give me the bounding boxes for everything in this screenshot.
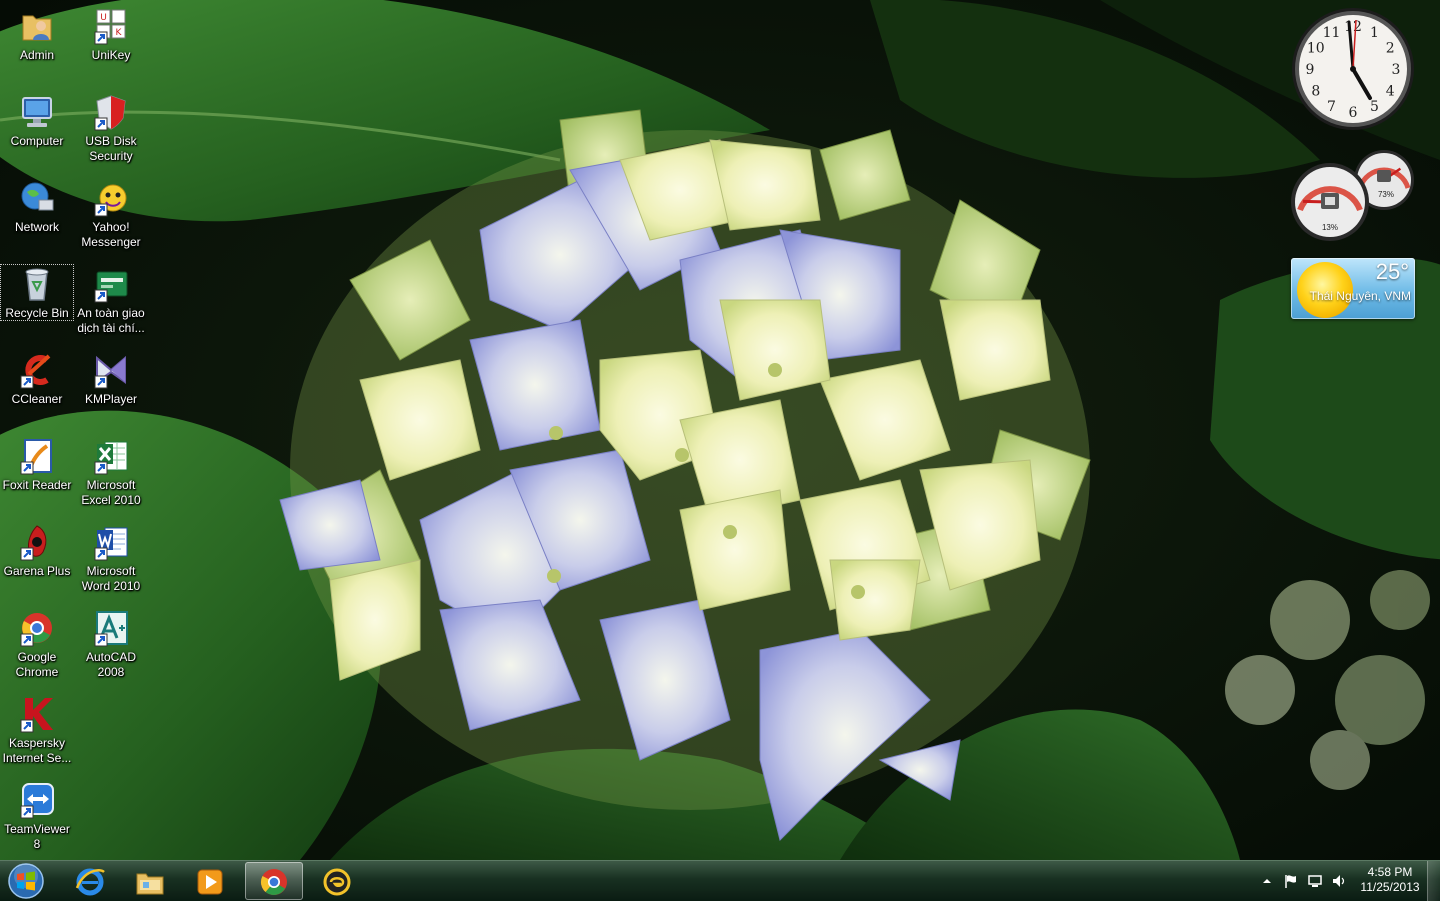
cpu-percent: 13%: [1322, 223, 1338, 232]
microsoft-word-icon: [94, 527, 128, 561]
network-tray-icon[interactable]: [1307, 873, 1323, 889]
desktop-icon-garena-plus[interactable]: Garena Plus: [0, 522, 74, 579]
clock-number: 12: [1344, 19, 1362, 35]
recycle-bin-icon: [25, 268, 49, 301]
desktop-icon-label: USB Disk Security: [85, 134, 137, 163]
user-folder-icon: [22, 15, 52, 41]
microsoft-excel-icon: [94, 441, 128, 475]
desktop-icon-autocad[interactable]: AutoCAD 2008: [74, 608, 148, 680]
desktop-icon-label: Kaspersky Internet Se...: [2, 736, 72, 765]
taskbar-google-chrome[interactable]: [245, 862, 303, 900]
desktop-icon-admin[interactable]: Admin: [0, 6, 74, 63]
kaspersky-icon: [20, 698, 53, 733]
desktop-icon-label: Yahoo! Messenger: [81, 220, 141, 249]
desktop-icon-network[interactable]: Network: [0, 178, 74, 235]
desktop[interactable]: Admin Computer Network Recycle Bin CClea…: [0, 0, 1440, 860]
clock-time: 4:58 PM: [1367, 865, 1413, 879]
desktop-icon-label: An toàn giao dịch tài chí...: [77, 306, 145, 335]
svg-text:U: U: [100, 13, 107, 23]
taskbar-internet-explorer[interactable]: [61, 862, 119, 900]
desktop-icon-label: CCleaner: [11, 392, 63, 406]
safe-banking-icon: [94, 271, 128, 303]
clock-gadget[interactable]: 12 12 3 45678 9 1011: [1290, 6, 1416, 132]
yahoo-messenger-icon: [94, 184, 127, 217]
desktop-icon-google-chrome[interactable]: Google Chrome: [0, 608, 74, 680]
cpu-meter-gadget[interactable]: 73% 13%: [1290, 148, 1416, 242]
clock-number: 4: [1386, 84, 1395, 100]
clock-number: 10: [1307, 41, 1325, 57]
autocad-icon: [94, 611, 128, 647]
desktop-icon-computer[interactable]: Computer: [0, 92, 74, 149]
google-chrome-icon: [20, 613, 52, 647]
wallpaper-hydrangea: [0, 0, 1440, 860]
taskbar-media-player[interactable]: [181, 862, 239, 900]
weather-gadget[interactable]: 25° Thái Nguyên, VNM: [1291, 258, 1415, 319]
clock-number: 3: [1392, 62, 1401, 78]
kmplayer-icon: [94, 355, 126, 389]
clock-date: 11/25/2013: [1360, 880, 1420, 894]
desktop-icon-label: Computer: [10, 134, 64, 148]
clock-number: 7: [1327, 99, 1336, 115]
desktop-icon-kaspersky[interactable]: Kaspersky Internet Se...: [0, 694, 74, 766]
clock-number: 5: [1370, 99, 1379, 115]
desktop-icon-recycle-bin[interactable]: Recycle Bin: [0, 264, 74, 321]
desktop-icon-yahoo-messenger[interactable]: Yahoo! Messenger: [74, 178, 148, 250]
ccleaner-icon: [20, 354, 51, 389]
taskbar-garena[interactable]: [308, 862, 366, 900]
desktop-icon-label: Foxit Reader: [2, 478, 72, 492]
desktop-icon-label: Google Chrome: [15, 650, 59, 679]
memory-percent: 73%: [1378, 190, 1394, 199]
desktop-icon-an-toan-giao-dich[interactable]: An toàn giao dịch tài chí...: [74, 264, 148, 336]
desktop-icon-label: UniKey: [91, 48, 131, 62]
media-player-icon: [197, 869, 223, 895]
volume-icon[interactable]: [1331, 873, 1347, 889]
desktop-icon-label: Network: [14, 220, 59, 234]
action-center-flag-icon[interactable]: [1283, 873, 1299, 889]
usb-disk-security-icon: [94, 95, 126, 131]
desktop-icon-label: Microsoft Word 2010: [81, 564, 141, 593]
desktop-icon-label: Microsoft Excel 2010: [81, 478, 141, 507]
teamviewer-icon: [20, 783, 54, 819]
desktop-icon-unikey[interactable]: U K UniKey: [74, 6, 148, 63]
network-globe-icon: [21, 182, 54, 211]
clock-number: 8: [1311, 84, 1320, 100]
show-hidden-icons-arrow[interactable]: [1259, 873, 1275, 889]
clock-number: 6: [1349, 105, 1358, 121]
desktop-icon-label: KMPlayer: [84, 392, 137, 406]
desktop-icon-label: AutoCAD 2008: [85, 650, 137, 679]
weather-temperature: 25°: [1375, 259, 1409, 284]
clock-number: 11: [1323, 25, 1341, 41]
windows-explorer-icon: [136, 873, 164, 895]
desktop-icon-foxit-reader[interactable]: Foxit Reader: [0, 436, 74, 493]
desktop-icon-label: Recycle Bin: [5, 306, 69, 320]
desktop-icon-usb-disk-security[interactable]: USB Disk Security: [74, 92, 148, 164]
desktop-icon-teamviewer[interactable]: TeamViewer 8: [0, 780, 74, 852]
desktop-icon-excel[interactable]: Microsoft Excel 2010: [74, 436, 148, 508]
clock-number: 9: [1306, 62, 1315, 78]
start-button[interactable]: [4, 862, 48, 900]
clock-number: 1: [1370, 25, 1379, 41]
taskbar-windows-explorer[interactable]: [121, 862, 179, 900]
taskbar: 4:58 PM 11/25/2013: [0, 860, 1440, 901]
internet-explorer-icon: [75, 868, 105, 896]
garena-plus-icon: [20, 525, 47, 561]
google-chrome-icon: [260, 869, 287, 895]
computer-icon: [22, 97, 52, 127]
show-desktop-button[interactable]: [1427, 861, 1440, 901]
desktop-icon-label: TeamViewer 8: [4, 822, 70, 851]
foxit-reader-icon: [20, 439, 52, 475]
desktop-icon-label: Admin: [19, 48, 54, 62]
desktop-icon-ccleaner[interactable]: CCleaner: [0, 350, 74, 407]
taskbar-clock[interactable]: 4:58 PM 11/25/2013: [1351, 865, 1429, 895]
clock-number: 2: [1386, 41, 1395, 57]
weather-location: Thái Nguyên, VNM: [1309, 289, 1411, 303]
garena-icon: [323, 868, 351, 896]
unikey-icon: U K: [94, 9, 126, 45]
desktop-icon-kmplayer[interactable]: KMPlayer: [74, 350, 148, 407]
desktop-icon-label: Garena Plus: [3, 564, 71, 578]
desktop-icon-word[interactable]: Microsoft Word 2010: [74, 522, 148, 594]
